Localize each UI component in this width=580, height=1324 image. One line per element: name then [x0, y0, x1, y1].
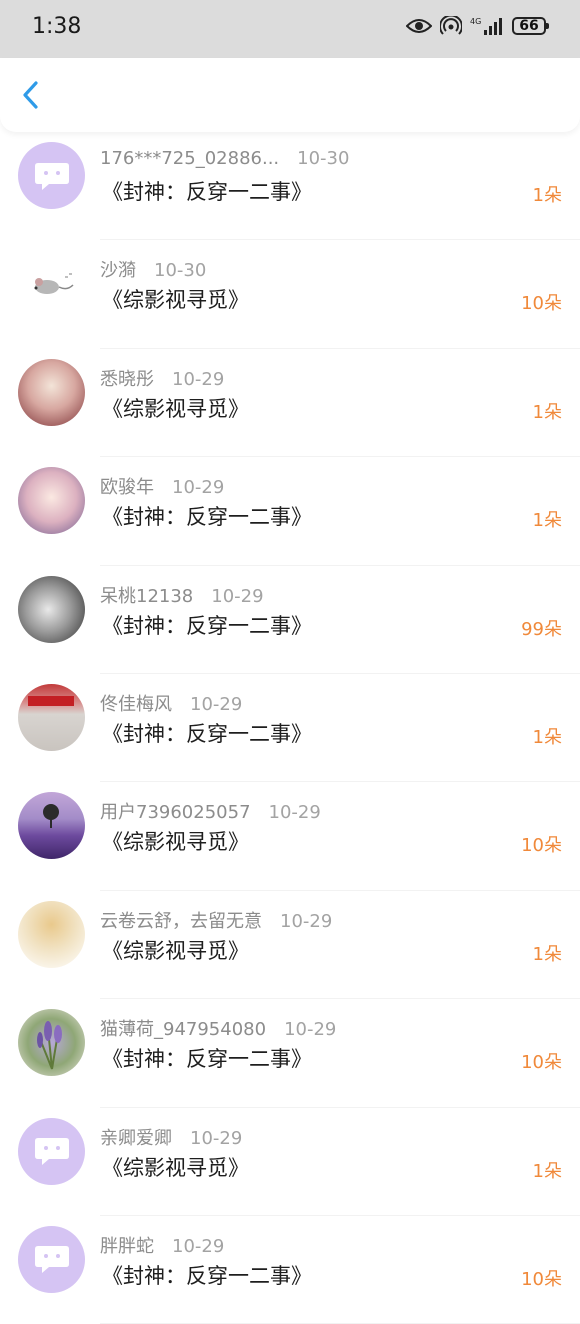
status-icons: 4G 66 — [406, 16, 549, 36]
item-meta: 亲卿爱卿 10-29 — [100, 1124, 242, 1150]
avatar[interactable] — [18, 1117, 85, 1185]
tree-icon — [43, 804, 59, 829]
flower-amount: 1朵 — [532, 185, 562, 206]
book-title[interactable]: 《综影视寻觅》 — [102, 935, 249, 965]
item-meta: 云卷云舒，去留无意 10-29 — [100, 907, 332, 933]
avatar[interactable] — [18, 683, 85, 751]
item-date: 10-29 — [280, 910, 333, 932]
chat-bubble-icon — [34, 1246, 69, 1274]
item-meta: 欧骏年 10-29 — [100, 473, 224, 499]
avatar[interactable] — [18, 250, 85, 317]
list-item[interactable]: 用户7396025057 10-29 《综影视寻觅》 10朵 — [0, 782, 580, 891]
item-date: 10-29 — [190, 693, 243, 715]
list-item[interactable]: 悉晓彤 10-29 《综影视寻觅》 1朵 — [0, 349, 580, 458]
book-title[interactable]: 《封神：反穿一二事》 — [102, 501, 312, 531]
flower-amount: 1朵 — [532, 943, 562, 965]
avatar[interactable] — [18, 792, 85, 860]
flower-amount: 10朵 — [521, 1052, 562, 1074]
flower-amount: 1朵 — [532, 510, 562, 532]
avatar[interactable] — [18, 142, 85, 209]
list-item[interactable]: 欧骏年 10-29 《封神：反穿一二事》 1朵 — [0, 457, 580, 566]
user-name: 亲卿爱卿 — [100, 1127, 172, 1149]
flower-amount: 10朵 — [521, 293, 562, 315]
chat-bubble-icon — [34, 162, 69, 190]
list-item[interactable]: 亲卿爱卿 10-29 《综影视寻觅》 1朵 — [0, 1108, 580, 1216]
user-name: 欧骏年 — [100, 477, 154, 499]
book-title[interactable]: 《综影视寻觅》 — [102, 826, 249, 856]
mouse-icon — [34, 273, 74, 294]
user-name: 胖胖蛇 — [100, 1235, 154, 1257]
item-date: 10-29 — [190, 1127, 243, 1149]
avatar-photo[interactable] — [18, 575, 85, 643]
user-name: 云卷云舒，去留无意 — [100, 910, 262, 932]
flower-amount: 1朵 — [532, 726, 562, 748]
avatar-photo[interactable] — [18, 467, 85, 535]
user-name: 用户7396025057 — [100, 802, 251, 824]
item-date: 10-29 — [172, 477, 225, 499]
user-name: 猫薄荷_947954080 — [100, 1019, 267, 1041]
item-meta: 呆桃12138 10-29 — [100, 582, 264, 608]
avatar-photo[interactable] — [18, 358, 85, 426]
chat-bubble-icon — [34, 1138, 69, 1166]
avatar[interactable] — [18, 1009, 85, 1077]
item-date: 10-30 — [154, 260, 207, 282]
item-date: 10-29 — [211, 585, 264, 607]
book-title[interactable]: 《综影视寻觅》 — [102, 393, 249, 423]
item-meta: 沙漪 10-30 — [100, 256, 206, 282]
item-date: 10-29 — [284, 1019, 337, 1041]
user-name: 沙漪 — [100, 260, 136, 282]
avatar[interactable] — [18, 1225, 85, 1293]
book-title[interactable]: 《封神：反穿一二事》 — [102, 610, 312, 640]
item-meta: 用户7396025057 10-29 — [100, 798, 321, 824]
user-name: 佟佳梅风 — [100, 693, 172, 715]
back-button[interactable] — [14, 78, 48, 112]
photo-icon — [28, 695, 74, 706]
book-title[interactable]: 《综影视寻觅》 — [102, 1152, 249, 1182]
network-label: 4G — [470, 17, 481, 26]
eye-icon — [406, 18, 432, 34]
battery-icon: 66 — [512, 17, 549, 35]
item-date: 10-29 — [172, 368, 225, 390]
item-meta: 胖胖蛇 10-29 — [100, 1232, 224, 1258]
list-item[interactable]: 胖胖蛇 10-29 《封神：反穿一二事》 10朵 — [0, 1216, 580, 1324]
list-item[interactable]: 呆桃12138 10-29 《封神：反穿一二事》 99朵 — [0, 566, 580, 674]
book-title[interactable]: 《封神：反穿一二事》 — [102, 718, 312, 748]
list-item[interactable]: 云卷云舒，去留无意 10-29 《综影视寻觅》 1朵 — [0, 891, 580, 1000]
book-title[interactable]: 《封神：反穿一二事》 — [102, 1043, 312, 1073]
user-name: 悉晓彤 — [100, 368, 154, 390]
item-meta: 176***725_02886... 10-30 — [100, 148, 349, 169]
flower-amount: 10朵 — [521, 835, 562, 857]
book-title[interactable]: 《综影视寻觅》 — [102, 284, 249, 314]
list-item[interactable]: 猫薄荷_947954080 10-29 《封神：反穿一二事》 10朵 — [0, 999, 580, 1108]
status-bar: 1:38 4G 66 — [0, 0, 580, 58]
item-meta: 佟佳梅风 10-29 — [100, 690, 242, 716]
flower-amount: 10朵 — [521, 1268, 562, 1290]
signal-icon: 4G — [470, 16, 504, 36]
flower-icon — [37, 1021, 62, 1070]
header — [0, 58, 580, 132]
flower-amount: 1朵 — [532, 1160, 562, 1182]
item-meta: 悉晓彤 10-29 — [100, 365, 224, 391]
book-title[interactable]: 《封神：反穿一二事》 — [102, 1260, 312, 1290]
user-name: 176***725_02886... — [100, 148, 280, 169]
list-item[interactable]: 佟佳梅风 10-29 《封神：反穿一二事》 1朵 — [0, 674, 580, 783]
chevron-left-icon — [23, 81, 38, 109]
item-meta: 猫薄荷_947954080 10-29 — [100, 1015, 336, 1041]
item-date: 10-29 — [268, 802, 321, 824]
user-name: 呆桃12138 — [100, 585, 194, 607]
book-title[interactable]: 《封神：反穿一二事》 — [102, 176, 312, 206]
list-item[interactable]: 沙漪 10-30 《综影视寻觅》 10朵 — [0, 240, 580, 349]
hotspot-icon — [440, 16, 462, 36]
flower-amount: 1朵 — [532, 401, 562, 423]
flower-amount: 99朵 — [521, 618, 562, 640]
status-time: 1:38 — [32, 14, 82, 39]
gift-record-list: 176***725_02886... 10-30 《封神：反穿一二事》 1朵 沙… — [0, 132, 580, 1324]
avatar-photo[interactable] — [18, 900, 85, 968]
item-date: 10-29 — [172, 1235, 225, 1257]
item-date: 10-30 — [297, 148, 350, 169]
list-item[interactable]: 176***725_02886... 10-30 《封神：反穿一二事》 1朵 — [0, 132, 580, 241]
